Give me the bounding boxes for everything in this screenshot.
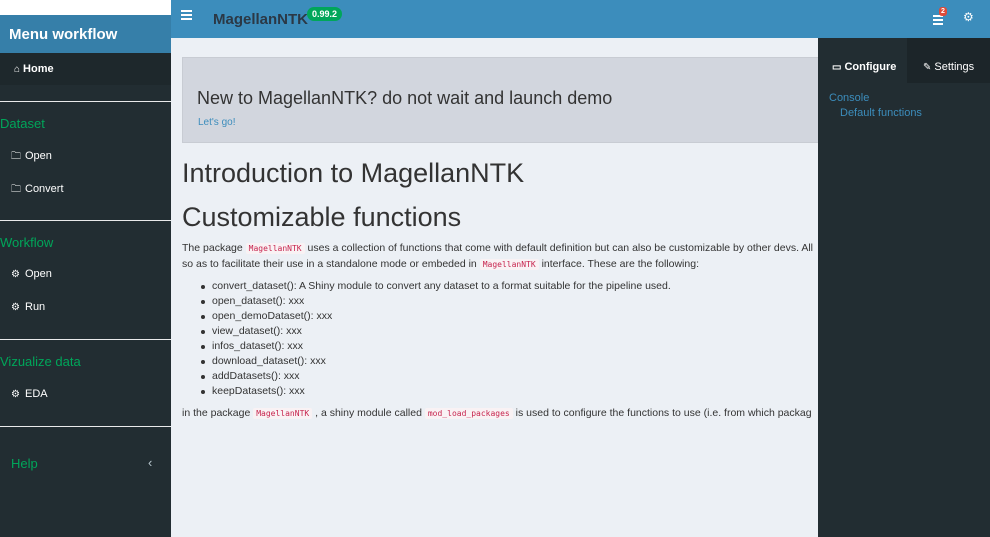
demo-banner: New to MagellanNTK? do not wait and laun… bbox=[182, 57, 818, 143]
gears-icon: ⚙ bbox=[11, 269, 20, 280]
list-item: open_demoDataset(): xxx bbox=[201, 310, 671, 325]
tasks-button[interactable]: 2 bbox=[928, 7, 950, 29]
text: so as to facilitate their use in a stand… bbox=[182, 258, 480, 270]
sidebar-item-label: Run bbox=[25, 301, 46, 313]
divider bbox=[0, 101, 171, 102]
folder-icon: 🗀 bbox=[11, 184, 21, 195]
text: in the package bbox=[182, 407, 254, 419]
config-paragraph: in the package MagellanNTK , a shiny mod… bbox=[182, 407, 812, 419]
home-icon: ⌂ bbox=[14, 64, 21, 75]
module-code: mod_load_packages bbox=[424, 408, 513, 419]
list-item: convert_dataset(): A Shiny module to con… bbox=[201, 280, 671, 295]
top-navbar: MagellanNTK 0.99.2 2 ⚙ bbox=[171, 0, 990, 38]
list-item: download_dataset(): xxx bbox=[201, 355, 671, 370]
text: The package bbox=[182, 242, 246, 254]
sidebar-item-dataset-open[interactable]: 🗀 Open bbox=[11, 149, 52, 166]
text: uses a collection of functions that come… bbox=[304, 242, 813, 254]
sidebar-item-label: Home bbox=[23, 63, 54, 75]
default-functions-link[interactable]: Default functions bbox=[840, 107, 922, 119]
sidebar-item-workflow-run[interactable]: ⚙ Run bbox=[11, 301, 45, 313]
intro-paragraph-line2: so as to facilitate their use in a stand… bbox=[182, 258, 699, 270]
sidebar-item-eda[interactable]: ⚙ EDA bbox=[11, 388, 48, 400]
logo-area bbox=[0, 0, 171, 15]
list-item: view_dataset(): xxx bbox=[201, 325, 671, 340]
control-tabs: ▭ Configure ✎ Settings bbox=[818, 38, 990, 83]
text: interface. These are the following: bbox=[538, 258, 699, 270]
chevron-left-icon[interactable]: ‹ bbox=[148, 455, 152, 470]
sidebar-item-help[interactable]: Help bbox=[11, 456, 38, 471]
launch-demo-link[interactable]: Let's go! bbox=[198, 117, 236, 128]
paintbrush-icon: ✎ bbox=[923, 62, 932, 73]
sidebar-header-workflow: Workflow bbox=[0, 235, 54, 250]
control-sidebar: ▭ Configure ✎ Settings Console Default fun… bbox=[818, 38, 990, 537]
intro-paragraph-line1: The package MagellanNTK uses a collectio… bbox=[182, 242, 813, 254]
text: is used to configure the functions to us… bbox=[512, 407, 812, 419]
sidebar-header-vizualize: Vizualize data bbox=[0, 354, 81, 369]
package-code: MagellanNTK bbox=[253, 408, 313, 419]
desktop-icon: ▭ bbox=[832, 62, 842, 73]
version-badge: 0.99.2 bbox=[307, 7, 343, 21]
gears-icon: ⚙ bbox=[11, 302, 20, 313]
gears-icon[interactable]: ⚙ bbox=[963, 10, 974, 24]
sidebar-item-workflow-open[interactable]: ⚙ Open bbox=[11, 268, 52, 280]
sidebar-header-dataset: Dataset bbox=[0, 116, 45, 131]
page-title: Introduction to MagellanNTK bbox=[182, 158, 525, 188]
tab-label: Configure bbox=[844, 61, 897, 73]
folder-icon: 🗀 bbox=[11, 151, 21, 162]
sidebar-item-home[interactable]: ⌂ Home bbox=[0, 53, 171, 85]
console-link[interactable]: Console bbox=[829, 92, 869, 104]
sidebar-item-label: EDA bbox=[25, 388, 48, 400]
brand-title: Menu workflow bbox=[0, 15, 171, 53]
sidebar-item-label: Open bbox=[25, 150, 52, 162]
text: , a shiny module called bbox=[312, 407, 425, 419]
list-item: keepDatasets(): xxx bbox=[201, 385, 671, 400]
divider bbox=[0, 426, 171, 427]
app-title: MagellanNTK bbox=[213, 11, 309, 28]
package-code: MagellanNTK bbox=[245, 243, 305, 254]
gears-icon: ⚙ bbox=[11, 389, 20, 400]
divider bbox=[0, 220, 171, 221]
functions-list: convert_dataset(): A Shiny module to con… bbox=[201, 280, 671, 400]
list-item: infos_dataset(): xxx bbox=[201, 340, 671, 355]
sidebar-toggle-icon[interactable] bbox=[181, 10, 192, 24]
sidebar-item-label: Open bbox=[25, 268, 52, 280]
package-code: MagellanNTK bbox=[479, 259, 539, 270]
sidebar: ⌂ Home Dataset 🗀 Open 🗀 Convert Workflow ⚙ O… bbox=[0, 53, 171, 537]
tasks-icon bbox=[933, 15, 943, 27]
tab-settings[interactable]: ✎ Settings bbox=[907, 38, 990, 83]
list-item: open_dataset(): xxx bbox=[201, 295, 671, 310]
divider bbox=[0, 339, 171, 340]
list-item: addDatasets(): xxx bbox=[201, 370, 671, 385]
tab-label: Settings bbox=[934, 61, 975, 73]
demo-banner-title: New to MagellanNTK? do not wait and laun… bbox=[197, 88, 613, 108]
tab-configure[interactable]: ▭ Configure bbox=[818, 38, 907, 83]
tasks-count-badge: 2 bbox=[939, 7, 947, 16]
section-title: Customizable functions bbox=[182, 202, 462, 232]
sidebar-item-dataset-convert[interactable]: 🗀 Convert bbox=[11, 182, 64, 199]
sidebar-item-label: Convert bbox=[25, 183, 64, 195]
main-content: New to MagellanNTK? do not wait and laun… bbox=[171, 38, 818, 537]
